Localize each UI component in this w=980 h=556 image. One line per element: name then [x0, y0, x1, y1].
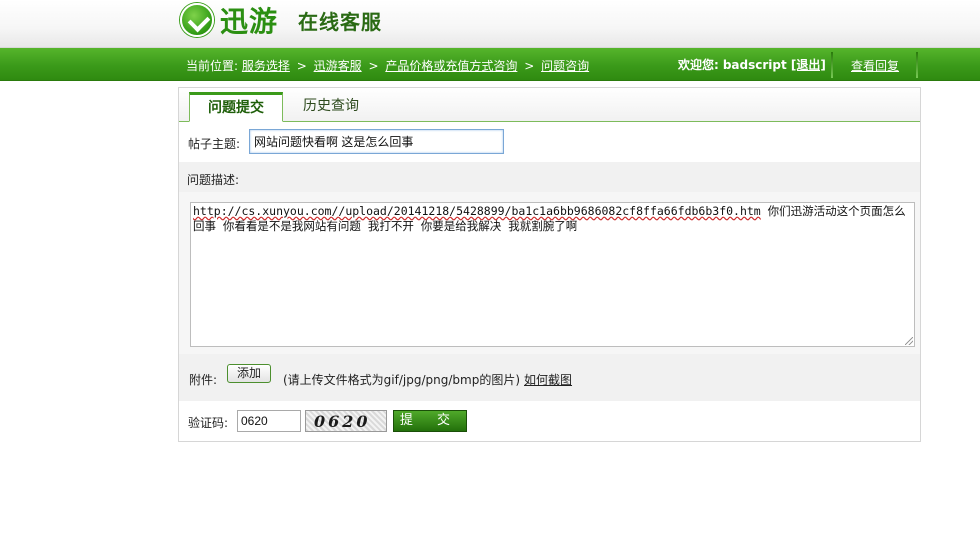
description-url: http://cs.xunyou.com//upload/20141218/54… [193, 204, 761, 218]
nav-divider [916, 52, 918, 78]
breadcrumb-question-consult[interactable]: 问题咨询 [541, 59, 589, 73]
verify-code-input[interactable] [237, 410, 301, 432]
breadcrumb-price-consult[interactable]: 产品价格或充值方式咨询 [385, 59, 517, 73]
tab-submit-question[interactable]: 问题提交 [189, 92, 283, 122]
attachment-label: 附件: [189, 373, 218, 387]
location-label: 当前位置: [186, 59, 239, 73]
logout-link[interactable]: [退出] [791, 58, 826, 72]
subject-label: 帖子主题: [188, 137, 241, 151]
breadcrumb-separator: > [296, 59, 307, 73]
username: badscript [722, 58, 787, 72]
description-header: 问题描述: [179, 162, 920, 192]
logo[interactable]: 迅游 在线客服 [180, 0, 382, 40]
breadcrumb-xunyou-service[interactable]: 迅游客服 [314, 59, 362, 73]
attachment-note: (请上传文件格式为gif/jpg/png/bmp的图片) 如何截图 [283, 371, 572, 388]
captcha-text: 0620 [314, 412, 371, 431]
nav-bar: 当前位置: 服务选择 > 迅游客服 > 产品价格或充值方式咨询 > 问题咨询 欢… [0, 48, 980, 81]
tab-bar: 问题提交 历史查询 [179, 88, 920, 122]
submit-button[interactable]: 提 交 [393, 410, 467, 432]
breadcrumb: 当前位置: 服务选择 > 迅游客服 > 产品价格或充值方式咨询 > 问题咨询 [186, 57, 589, 74]
how-to-screenshot-link[interactable]: 如何截图 [524, 373, 572, 387]
breadcrumb-service-select[interactable]: 服务选择 [242, 59, 290, 73]
subject-row: 帖子主题: [179, 122, 920, 162]
description-textarea[interactable]: http://cs.xunyou.com//upload/20141218/54… [190, 202, 915, 347]
logo-text: 迅游 [220, 5, 279, 38]
resize-grip-icon[interactable] [905, 337, 913, 345]
attachment-row: 附件: 添加 (请上传文件格式为gif/jpg/png/bmp的图片) 如何截图 [179, 354, 920, 401]
welcome-area: 欢迎您: badscript [退出] [678, 56, 826, 73]
add-attachment-button[interactable]: 添加 [227, 364, 271, 383]
description-area: http://cs.xunyou.com//upload/20141218/54… [179, 192, 920, 354]
verify-label: 验证码: [188, 416, 229, 430]
top-header: 迅游 在线客服 [0, 0, 980, 48]
xunyou-logo-icon [180, 3, 214, 37]
logo-subtitle: 在线客服 [298, 9, 383, 34]
description-label: 问题描述: [187, 173, 240, 187]
captcha-image[interactable]: 0620 [305, 410, 387, 432]
tab-history[interactable]: 历史查询 [285, 92, 377, 122]
verify-row: 验证码: 0620 提 交 [179, 401, 920, 441]
breadcrumb-separator: > [368, 59, 379, 73]
question-form-panel: 问题提交 历史查询 帖子主题: 问题描述: http://cs.xunyou.c… [178, 87, 921, 442]
subject-input[interactable] [249, 129, 504, 154]
attachment-format-note: (请上传文件格式为gif/jpg/png/bmp的图片) [283, 373, 521, 387]
view-reply-link[interactable]: 查看回复 [851, 57, 899, 74]
breadcrumb-separator: > [524, 59, 535, 73]
nav-divider [831, 52, 833, 78]
welcome-label: 欢迎您: [678, 58, 719, 72]
